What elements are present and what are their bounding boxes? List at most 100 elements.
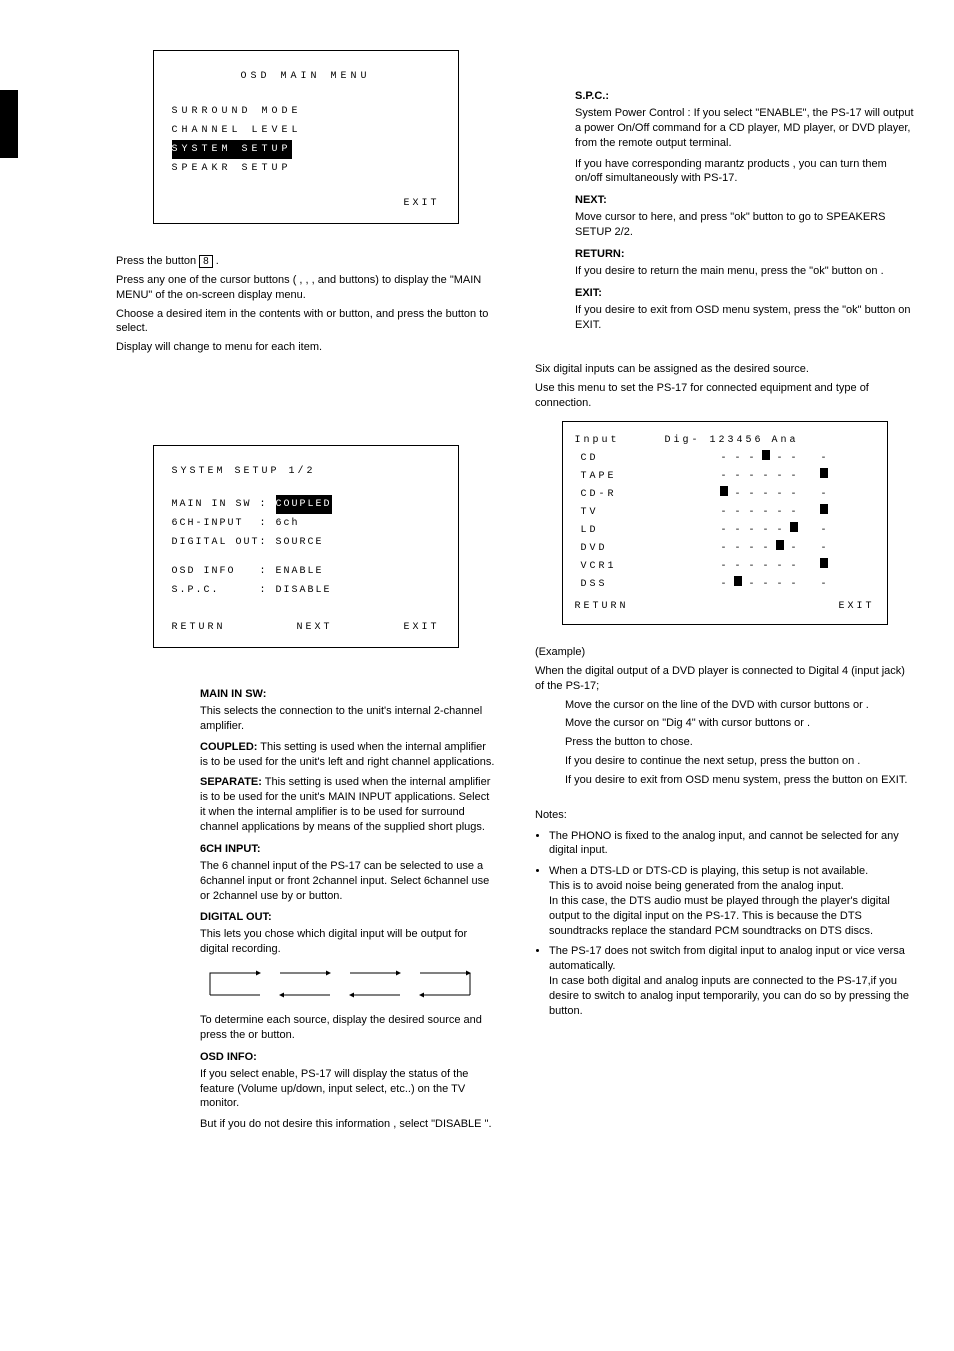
- def-label: DIGITAL OUT:: [200, 911, 495, 923]
- osd2-line: OSD INFO : ENABLE: [172, 562, 440, 581]
- digmap-cell: -: [787, 576, 801, 594]
- example-lead: When the digital output of a DVD player …: [535, 664, 914, 694]
- osd2-line: 6CH-INPUT : 6ch: [172, 514, 440, 533]
- def-body: If you have corresponding marantz produc…: [575, 157, 914, 187]
- def-body: Move cursor to here, and press "ok" butt…: [575, 210, 914, 240]
- digmap-cell: -: [745, 468, 759, 486]
- digmap-row: DVD------: [575, 540, 875, 558]
- digmap-cell: -: [717, 540, 731, 558]
- digmap-cell: -: [731, 468, 745, 486]
- digmap-cell: -: [773, 468, 787, 486]
- notes-head: Notes:: [535, 808, 914, 823]
- def-body: SEPARATE: This setting is used when the …: [200, 775, 495, 834]
- digmap-cell: -: [773, 486, 787, 504]
- text-display-change: Display will change to menu for each ite…: [116, 340, 495, 355]
- note-item: When a DTS-LD or DTS-CD is playing, this…: [549, 864, 914, 938]
- digmap-cell: -: [731, 522, 745, 540]
- digmap-cell: -: [759, 468, 773, 486]
- digmap-header: Input Dig- 123456 Ana: [575, 432, 875, 450]
- digmap-cell: -: [787, 486, 801, 504]
- osd-item: CHANNEL LEVEL: [172, 121, 440, 140]
- osd-item-selected: SYSTEM SETUP: [172, 140, 440, 159]
- def-label: RETURN:: [575, 248, 914, 260]
- digmap-cell: -: [773, 558, 787, 576]
- digmap-cell: -: [759, 504, 773, 522]
- def-body: COUPLED: This setting is used when the i…: [200, 740, 495, 770]
- note-item: The PHONO is fixed to the analog input, …: [549, 829, 914, 859]
- osd-exit: EXIT: [172, 194, 440, 213]
- flow-arrows-icon: [200, 963, 480, 1007]
- osd-item: SURROUND MODE: [172, 102, 440, 121]
- digmap-label: DVD: [575, 540, 671, 558]
- digital-input-map: Input Dig- 123456 Ana CD------TAPE------…: [562, 421, 888, 625]
- osd2-footer: RETURN NEXT EXIT: [172, 618, 440, 637]
- def-body: If you desire to return the main menu, p…: [575, 264, 914, 279]
- osd2-line: MAIN IN SW : COUPLED: [172, 495, 440, 514]
- def-label: 6CH INPUT:: [200, 843, 495, 855]
- osd-item: SPEAKR SETUP: [172, 159, 440, 178]
- digmap-cell: -: [731, 558, 745, 576]
- digmap-cell: -: [773, 576, 787, 594]
- digmap-row: CD-R------: [575, 486, 875, 504]
- digmap-row: DSS------: [575, 576, 875, 594]
- def-label: EXIT:: [575, 287, 914, 299]
- digmap-label: TAPE: [575, 468, 671, 486]
- digmap-cell: -: [787, 558, 801, 576]
- digmap-cell: -: [759, 558, 773, 576]
- digmap-cell: -: [773, 504, 787, 522]
- def-body: This lets you chose which digital input …: [200, 927, 495, 957]
- digmap-ana-cell: -: [817, 576, 831, 594]
- def-label: MAIN IN SW:: [200, 688, 495, 700]
- osd-system-setup: SYSTEM SETUP 1/2 MAIN IN SW : COUPLED 6C…: [153, 445, 459, 648]
- text: Six digital inputs can be assigned as th…: [535, 362, 914, 377]
- osd-main-menu: OSD MAIN MENU SURROUND MODE CHANNEL LEVE…: [153, 50, 459, 224]
- digmap-cell: -: [717, 522, 731, 540]
- digmap-cell: [717, 486, 731, 504]
- digmap-label: CD-R: [575, 486, 671, 504]
- def-body: If you select enable, PS-17 will display…: [200, 1067, 495, 1112]
- digmap-row: LD------: [575, 522, 875, 540]
- digmap-cell: -: [717, 558, 731, 576]
- text-press-osd: Press the button 8 .: [116, 254, 495, 269]
- notes-list: The PHONO is fixed to the analog input, …: [535, 829, 914, 1019]
- digmap-cell: -: [745, 540, 759, 558]
- digmap-cell: -: [717, 504, 731, 522]
- right-column: S.P.C.: System Power Control : If you se…: [535, 40, 914, 1138]
- digmap-cell: -: [717, 576, 731, 594]
- osd2-title: SYSTEM SETUP 1/2: [172, 462, 440, 481]
- def-label: OSD INFO:: [200, 1051, 495, 1063]
- digmap-cell: -: [759, 540, 773, 558]
- text: Use this menu to set the PS-17 for conne…: [535, 381, 914, 411]
- digmap-ana-cell: -: [817, 450, 831, 468]
- digmap-cell: -: [731, 486, 745, 504]
- example-step: Move the cursor on "Dig 4" with cursor b…: [565, 716, 914, 731]
- digmap-cell: -: [717, 468, 731, 486]
- ref-num: 8: [199, 255, 213, 268]
- digmap-cell: -: [745, 486, 759, 504]
- digmap-cell: -: [787, 540, 801, 558]
- digmap-cell: -: [745, 504, 759, 522]
- digmap-ana-cell: [817, 558, 831, 576]
- digmap-footer: RETURN EXIT: [575, 598, 875, 616]
- digmap-cell: [759, 450, 773, 468]
- digmap-cell: [773, 540, 787, 558]
- digmap-cell: -: [745, 522, 759, 540]
- example-step: If you desire to exit from OSD menu syst…: [565, 773, 914, 788]
- digmap-ana-cell: [817, 468, 831, 486]
- def-body: But if you do not desire this informatio…: [200, 1117, 495, 1132]
- def-body: If you desire to exit from OSD menu syst…: [575, 303, 914, 333]
- example-step: Press the button to chose.: [565, 735, 914, 750]
- digmap-ana-cell: [817, 504, 831, 522]
- digmap-cell: -: [759, 576, 773, 594]
- digmap-row: TAPE------: [575, 468, 875, 486]
- def-body: To determine each source, display the de…: [200, 1013, 495, 1043]
- digmap-cell: -: [731, 504, 745, 522]
- digmap-label: VCR1: [575, 558, 671, 576]
- digmap-cell: -: [745, 558, 759, 576]
- digmap-cell: [731, 576, 745, 594]
- digmap-ana-cell: -: [817, 522, 831, 540]
- def-body: The 6 channel input of the PS-17 can be …: [200, 859, 495, 904]
- digmap-cell: -: [773, 450, 787, 468]
- def-body: System Power Control : If you select "EN…: [575, 106, 914, 151]
- example-head: (Example): [535, 645, 914, 660]
